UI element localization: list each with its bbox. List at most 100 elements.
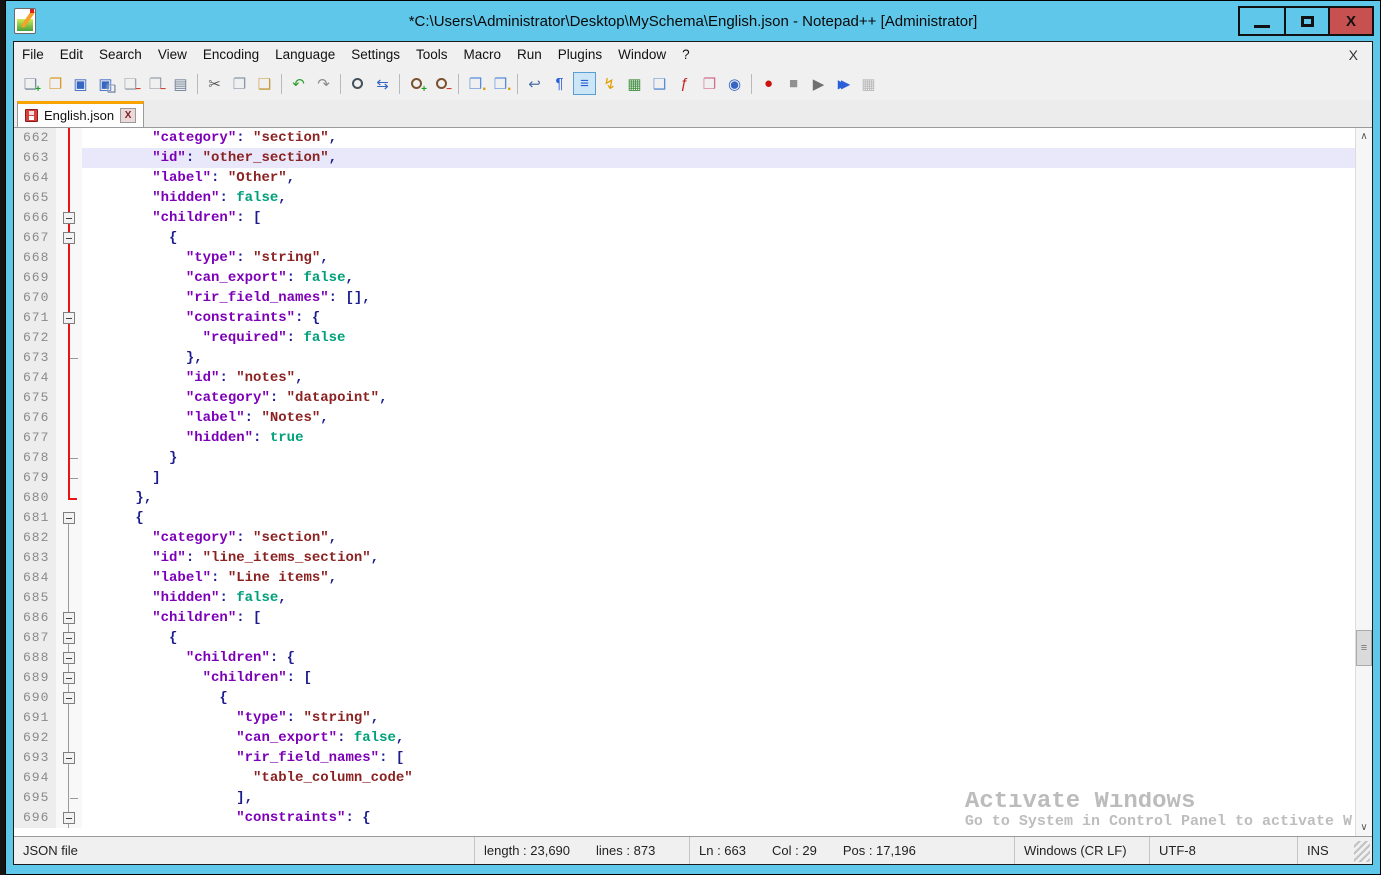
macro-stop-icon[interactable]: ■: [782, 72, 805, 95]
scroll-down-button[interactable]: ∨: [1356, 819, 1372, 836]
code-text[interactable]: "category": "section",: [82, 528, 1355, 548]
code-view[interactable]: 662 "category": "section", 663 "id": "oth…: [14, 128, 1355, 836]
line-number[interactable]: 696: [14, 808, 56, 828]
code-text[interactable]: ]: [82, 468, 1355, 488]
macro-play-icon[interactable]: ▶: [807, 72, 830, 95]
code-text[interactable]: "label": "Line items",: [82, 568, 1355, 588]
code-text[interactable]: "hidden": false,: [82, 588, 1355, 608]
fold-collapse-icon[interactable]: [63, 692, 75, 704]
new-file-icon[interactable]: ❏+: [19, 72, 42, 95]
line-number[interactable]: 683: [14, 548, 56, 568]
word-wrap-icon[interactable]: ↩: [523, 72, 546, 95]
fold-collapse-icon[interactable]: [63, 812, 75, 824]
close-button[interactable]: X: [1328, 8, 1372, 34]
menu-item-file[interactable]: File: [14, 44, 52, 65]
line-number[interactable]: 694: [14, 768, 56, 788]
code-text[interactable]: },: [82, 348, 1355, 368]
line-number[interactable]: 689: [14, 668, 56, 688]
line-number[interactable]: 662: [14, 128, 56, 148]
menu-item-macro[interactable]: Macro: [456, 44, 510, 65]
code-text[interactable]: {: [82, 688, 1355, 708]
code-text[interactable]: "can_export": false,: [82, 728, 1355, 748]
line-number[interactable]: 680: [14, 488, 56, 508]
menu-item-encoding[interactable]: Encoding: [195, 44, 267, 65]
show-all-characters-icon[interactable]: ¶: [548, 72, 571, 95]
fold-collapse-icon[interactable]: [63, 612, 75, 624]
code-text[interactable]: {: [82, 508, 1355, 528]
line-number[interactable]: 691: [14, 708, 56, 728]
line-number[interactable]: 666: [14, 208, 56, 228]
fold-collapse-icon[interactable]: [63, 652, 75, 664]
menu-item-tools[interactable]: Tools: [408, 44, 456, 65]
line-number[interactable]: 674: [14, 368, 56, 388]
line-number[interactable]: 667: [14, 228, 56, 248]
code-text[interactable]: "label": "Notes",: [82, 408, 1355, 428]
line-number[interactable]: 665: [14, 188, 56, 208]
menu-item-language[interactable]: Language: [267, 44, 343, 65]
zoom-out-icon[interactable]: −: [430, 72, 453, 95]
fold-collapse-icon[interactable]: [63, 512, 75, 524]
macro-save-icon[interactable]: ▦: [857, 72, 880, 95]
menu-item-edit[interactable]: Edit: [52, 44, 91, 65]
line-number[interactable]: 670: [14, 288, 56, 308]
menu-item-search[interactable]: Search: [91, 44, 150, 65]
shortcut-lightning-icon[interactable]: ↯: [598, 72, 621, 95]
line-number[interactable]: 663: [14, 148, 56, 168]
code-text[interactable]: "can_export": false,: [82, 268, 1355, 288]
maximize-button[interactable]: [1284, 8, 1328, 34]
code-text[interactable]: "children": [: [82, 608, 1355, 628]
code-text[interactable]: "type": "string",: [82, 708, 1355, 728]
line-number[interactable]: 682: [14, 528, 56, 548]
line-number[interactable]: 668: [14, 248, 56, 268]
code-text[interactable]: }: [82, 448, 1355, 468]
code-text[interactable]: ],: [82, 788, 1355, 808]
code-text[interactable]: "rir_field_names": [],: [82, 288, 1355, 308]
line-number[interactable]: 677: [14, 428, 56, 448]
code-text[interactable]: "table_column_code": [82, 768, 1355, 788]
line-number[interactable]: 669: [14, 268, 56, 288]
macro-record-icon[interactable]: ●: [757, 72, 780, 95]
fold-collapse-icon[interactable]: [63, 232, 75, 244]
code-text[interactable]: "category": "datapoint",: [82, 388, 1355, 408]
undo-icon[interactable]: ↶: [287, 72, 310, 95]
code-text[interactable]: "required": false: [82, 328, 1355, 348]
line-number[interactable]: 692: [14, 728, 56, 748]
indent-guide-icon[interactable]: ≡: [573, 72, 596, 95]
line-number[interactable]: 686: [14, 608, 56, 628]
code-text[interactable]: {: [82, 628, 1355, 648]
line-number[interactable]: 671: [14, 308, 56, 328]
code-text[interactable]: },: [82, 488, 1355, 508]
close-file-icon[interactable]: ❏−: [119, 72, 142, 95]
monitoring-eye-icon[interactable]: ◉: [723, 72, 746, 95]
line-number[interactable]: 672: [14, 328, 56, 348]
menu-item-help[interactable]: ?: [674, 44, 698, 65]
zoom-in-icon[interactable]: +: [405, 72, 428, 95]
tab-english-json[interactable]: English.json X: [17, 101, 144, 127]
line-number[interactable]: 679: [14, 468, 56, 488]
save-file-icon[interactable]: ▣: [69, 72, 92, 95]
code-text[interactable]: "id": "line_items_section",: [82, 548, 1355, 568]
replace-icon[interactable]: ⇆: [371, 72, 394, 95]
line-number[interactable]: 676: [14, 408, 56, 428]
line-number[interactable]: 688: [14, 648, 56, 668]
cut-icon[interactable]: ✂: [203, 72, 226, 95]
fold-collapse-icon[interactable]: [63, 632, 75, 644]
vertical-scrollbar[interactable]: ∧ ≡ ∨: [1355, 128, 1372, 836]
line-number[interactable]: 695: [14, 788, 56, 808]
scrollbar-thumb[interactable]: ≡: [1356, 630, 1372, 666]
code-text[interactable]: "category": "section",: [82, 128, 1355, 148]
scrollbar-track[interactable]: ≡: [1356, 145, 1372, 819]
line-number[interactable]: 681: [14, 508, 56, 528]
code-text[interactable]: "id": "other_section",: [82, 148, 1355, 168]
code-text[interactable]: "children": [: [82, 668, 1355, 688]
menu-item-run[interactable]: Run: [509, 44, 550, 65]
fold-collapse-icon[interactable]: [63, 672, 75, 684]
code-text[interactable]: "children": [: [82, 208, 1355, 228]
menu-close-document-button[interactable]: X: [1349, 47, 1372, 63]
print-icon[interactable]: ▤: [169, 72, 192, 95]
fold-collapse-icon[interactable]: [63, 752, 75, 764]
line-number[interactable]: 684: [14, 568, 56, 588]
code-text[interactable]: "type": "string",: [82, 248, 1355, 268]
line-number[interactable]: 675: [14, 388, 56, 408]
minimize-button[interactable]: [1240, 8, 1284, 34]
